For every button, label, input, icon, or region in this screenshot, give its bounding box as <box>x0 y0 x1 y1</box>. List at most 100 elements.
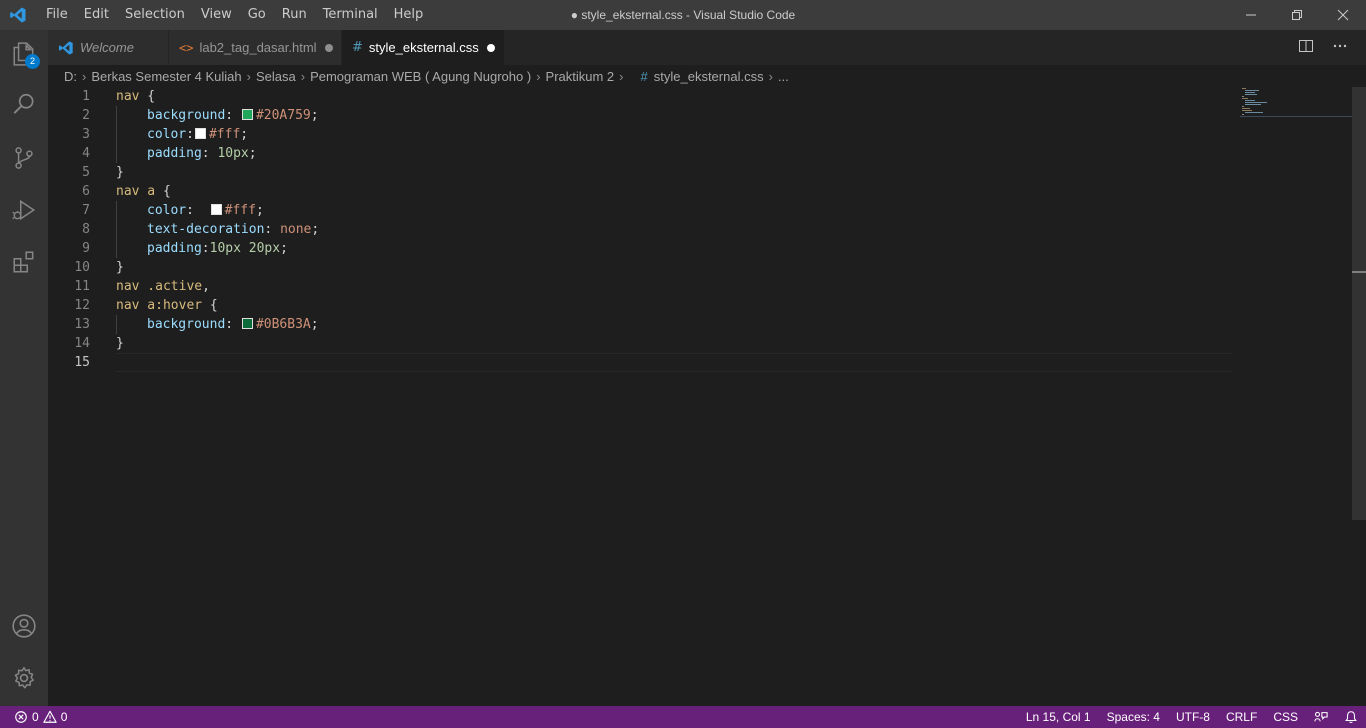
css-selector: nav a:hover <box>116 298 203 313</box>
encoding-setting[interactable]: UTF-8 <box>1168 706 1218 728</box>
code-line: } <box>116 334 1232 353</box>
css-value: #0B6B3A <box>255 317 311 332</box>
css-selector: nav <box>116 89 140 104</box>
more-actions-button[interactable] <box>1332 38 1348 58</box>
chevron-right-icon: › <box>246 68 251 84</box>
brace: { <box>202 298 218 313</box>
indent-guide <box>116 125 147 144</box>
indentation-setting[interactable]: Spaces: 4 <box>1099 706 1168 728</box>
breadcrumb-symbols[interactable]: ... <box>778 69 789 84</box>
css-value: 10px 20px <box>209 241 281 256</box>
scrollbar-thumb[interactable] <box>1352 87 1366 520</box>
unsaved-dot-icon[interactable] <box>486 43 495 52</box>
indent-guide <box>116 106 147 125</box>
code-line-current[interactable] <box>116 353 1232 372</box>
indent-guide <box>116 220 147 239</box>
brace: { <box>139 89 156 104</box>
line-number-gutter: 1 2 3 4 5 6 7 8 9 10 11 12 13 14 15 <box>48 87 108 372</box>
code-line: nav { <box>116 87 1232 106</box>
css-property: background <box>147 317 226 332</box>
css-icon: # <box>352 40 363 55</box>
breadcrumb-folder[interactable]: Praktikum 2 <box>546 69 615 84</box>
tab-lab2-html[interactable]: <> lab2_tag_dasar.html <box>169 30 342 65</box>
eol-setting[interactable]: CRLF <box>1218 706 1265 728</box>
run-debug-button[interactable] <box>0 186 48 234</box>
tab-label: style_eksternal.css <box>368 40 479 55</box>
color-swatch-icon[interactable] <box>241 318 253 329</box>
editor-actions <box>1298 30 1348 65</box>
code-editor[interactable]: 1 2 3 4 5 6 7 8 9 10 11 12 13 14 15 nav … <box>48 87 1352 706</box>
indent-guide <box>116 315 147 334</box>
language-mode[interactable]: CSS <box>1265 706 1306 728</box>
run-debug-icon <box>12 199 36 221</box>
line-number: 5 <box>82 165 90 180</box>
css-file-icon: # <box>640 68 648 84</box>
vscode-icon <box>58 40 74 56</box>
menu-file[interactable]: File <box>38 0 76 30</box>
line-number: 9 <box>82 241 90 256</box>
tab-label: lab2_tag_dasar.html <box>199 40 317 55</box>
extensions-button[interactable] <box>0 238 48 286</box>
css-property: background <box>147 108 226 123</box>
feedback-button[interactable] <box>1306 710 1336 724</box>
tab-style-eksternal-css[interactable]: # style_eksternal.css <box>342 30 505 65</box>
breadcrumb-folder[interactable]: Berkas Semester 4 Kuliah <box>91 69 241 84</box>
menu-terminal[interactable]: Terminal <box>315 0 386 30</box>
html-icon: <> <box>179 40 194 55</box>
breadcrumb-file[interactable]: style_eksternal.css <box>654 69 764 84</box>
error-icon <box>15 711 27 723</box>
minimize-button[interactable] <box>1228 0 1274 30</box>
code-line: text-decoration: none; <box>116 220 1232 239</box>
indent-guide <box>116 201 147 220</box>
menu-run[interactable]: Run <box>274 0 315 30</box>
feedback-icon <box>1314 711 1328 722</box>
restore-button[interactable] <box>1274 0 1320 30</box>
chevron-right-icon: › <box>300 68 306 84</box>
menu-help[interactable]: Help <box>386 0 432 30</box>
explorer-button[interactable]: 2 <box>0 30 48 78</box>
settings-gear-icon <box>14 666 34 689</box>
chevron-right-icon: › <box>768 68 773 84</box>
menu-edit[interactable]: Edit <box>76 0 117 30</box>
bell-icon <box>1345 711 1357 723</box>
css-value: none <box>280 222 312 237</box>
menu-go[interactable]: Go <box>240 0 274 30</box>
split-editor-button[interactable] <box>1298 38 1314 58</box>
code-line: } <box>116 163 1232 182</box>
code-line: } <box>116 258 1232 277</box>
cursor-position-marker <box>1352 271 1366 273</box>
menu-selection[interactable]: Selection <box>117 0 193 30</box>
line-number: 2 <box>82 108 90 123</box>
source-control-button[interactable] <box>0 134 48 182</box>
tab-welcome[interactable]: Welcome <box>48 30 169 65</box>
breadcrumb-folder[interactable]: Selasa <box>256 69 296 84</box>
manage-button[interactable] <box>0 654 48 702</box>
status-bar: 0 0 Ln 15, Col 1 Spaces: 4 UTF-8 CRLF CS… <box>0 706 1366 728</box>
cursor-position[interactable]: Ln 15, Col 1 <box>1018 706 1099 728</box>
minimap[interactable] <box>1240 87 1352 117</box>
search-icon <box>13 93 34 114</box>
code-line: nav .active, <box>116 279 210 294</box>
notifications-button[interactable] <box>1336 710 1366 724</box>
menu-view[interactable]: View <box>193 0 240 30</box>
minimap-slider[interactable] <box>1240 116 1352 117</box>
account-button[interactable] <box>0 602 48 650</box>
breadcrumb-folder[interactable]: Pemograman WEB ( Agung Nugroho ) <box>310 69 531 84</box>
css-selector: nav a <box>116 184 156 199</box>
css-property: padding <box>147 146 202 161</box>
status-bar-right: Ln 15, Col 1 Spaces: 4 UTF-8 CRLF CSS <box>1018 706 1366 728</box>
css-value: #20A759 <box>255 108 311 123</box>
color-swatch-icon[interactable] <box>210 204 222 215</box>
extensions-icon <box>13 251 34 273</box>
color-swatch-icon[interactable] <box>241 109 253 120</box>
color-swatch-icon[interactable] <box>194 128 206 139</box>
source-control-icon <box>15 147 33 169</box>
line-number: 14 <box>74 336 90 351</box>
search-button[interactable] <box>0 80 48 128</box>
brace: } <box>116 260 124 275</box>
problems-status[interactable]: 0 0 <box>0 710 67 724</box>
breadcrumb-drive[interactable]: D: <box>64 69 77 84</box>
close-window-button[interactable] <box>1320 0 1366 30</box>
unsaved-dot-icon[interactable] <box>324 43 333 52</box>
code-line: nav a:hover { <box>116 296 1232 315</box>
